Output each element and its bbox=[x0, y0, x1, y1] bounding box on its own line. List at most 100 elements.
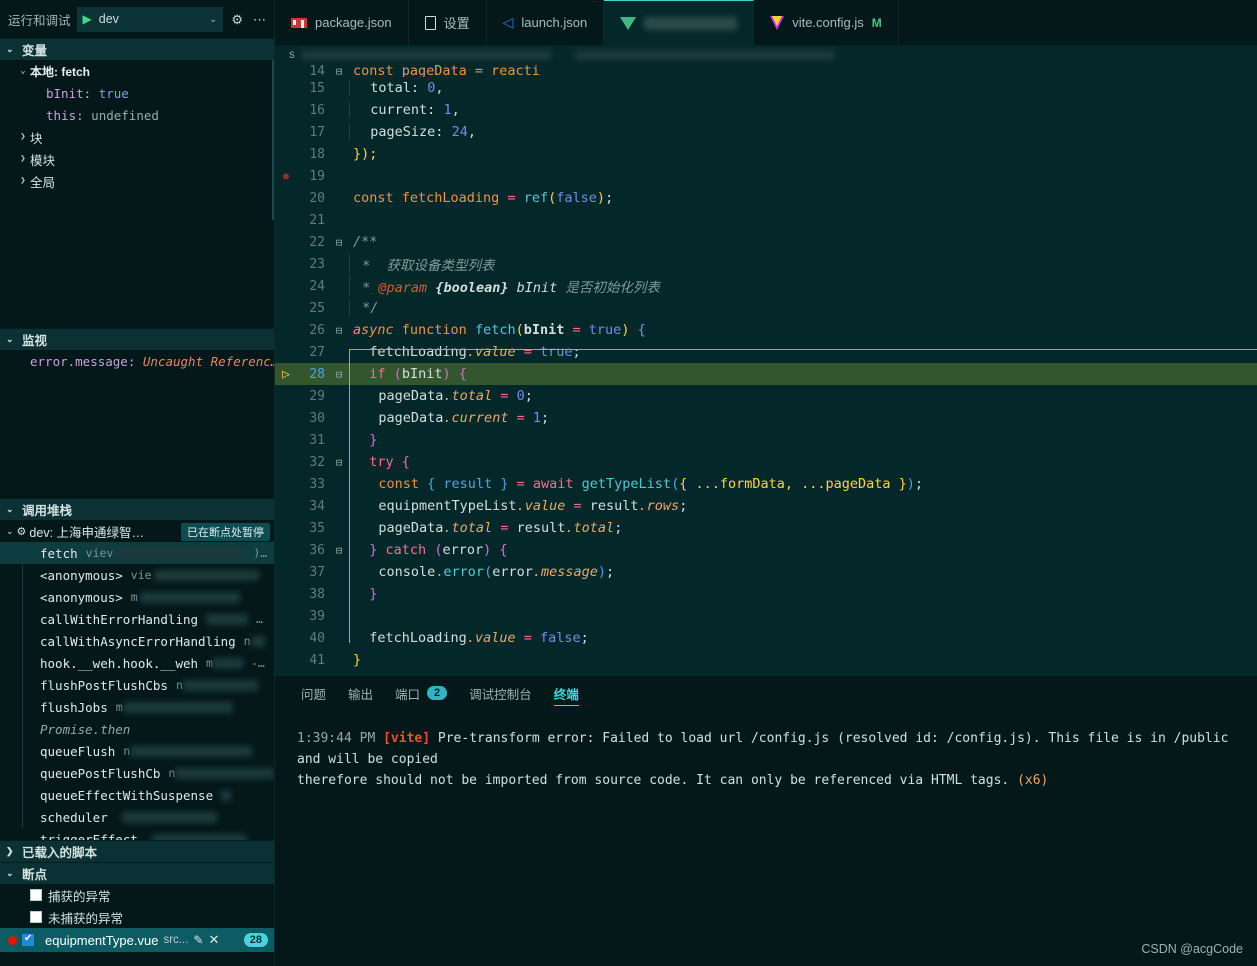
callstack-section-header[interactable]: ⌄ 调用堆栈 bbox=[0, 498, 274, 520]
fold-icon[interactable]: ⊟ bbox=[329, 544, 349, 557]
scope-block[interactable]: ❯ 块 bbox=[0, 126, 274, 148]
fold-icon[interactable]: ⊟ bbox=[329, 65, 349, 77]
breakpoint-dot-icon[interactable]: ● bbox=[275, 171, 297, 182]
code-content[interactable]: 14 ⊟ const pageData = reacti 15 total: 0… bbox=[275, 65, 1257, 675]
callstack-frame[interactable]: hook.__weh.hook.__weh m -… bbox=[0, 652, 274, 674]
breadcrumb-segment[interactable]: s bbox=[289, 49, 295, 61]
code-line-27[interactable]: 27 fetchLoading.value = true; bbox=[275, 341, 1257, 363]
code-line-41[interactable]: 41 } bbox=[275, 649, 1257, 671]
callstack-session[interactable]: ⌄ ⚙ dev: 上海申通绿智… 已在断点处暂停 bbox=[0, 520, 274, 542]
code-line-15[interactable]: 15 total: 0, bbox=[275, 77, 1257, 99]
variables-section-header[interactable]: ⌄ 变量 bbox=[0, 38, 274, 60]
code-line-32[interactable]: 32 ⊟ try { bbox=[275, 451, 1257, 473]
panel-tab-output[interactable]: 输出 bbox=[348, 676, 373, 710]
code-line-35[interactable]: 35 pageData.total = result.total; bbox=[275, 517, 1257, 539]
code-line-34[interactable]: 34 equipmentTypeList.value = result.rows… bbox=[275, 495, 1257, 517]
variable-row[interactable]: this: undefined bbox=[0, 104, 274, 126]
code-line-28-current[interactable]: ▷ 28 ⊟ if (bInit) { bbox=[275, 363, 1257, 385]
more-icon[interactable]: ⋯ bbox=[251, 13, 268, 26]
callstack-frame[interactable]: queuePostFlushCb n bbox=[0, 762, 274, 784]
chevron-down-icon[interactable]: ⌄ bbox=[209, 14, 217, 25]
code-line-22[interactable]: 22 ⊟ /** bbox=[275, 231, 1257, 253]
play-icon[interactable]: ▶ bbox=[83, 13, 92, 25]
code-line-29[interactable]: 29 pageData.total = 0; bbox=[275, 385, 1257, 407]
panel-tab-problems[interactable]: 问题 bbox=[301, 676, 326, 710]
code-line-18[interactable]: 18 }); bbox=[275, 143, 1257, 165]
breadcrumb[interactable]: s bbox=[275, 45, 1257, 65]
tab-vite-config-js[interactable]: vite.config.js M bbox=[754, 0, 899, 45]
code-line-36[interactable]: 36 ⊟ } catch (error) { bbox=[275, 539, 1257, 561]
loaded-scripts-section-header[interactable]: ❯ 已载入的脚本 bbox=[0, 840, 274, 862]
watch-section-header[interactable]: ⌄ 监视 bbox=[0, 328, 274, 350]
debug-config-dropdown[interactable]: ▶ dev ⌄ bbox=[76, 6, 224, 32]
code-line-33[interactable]: 33 const { result } = await getTypeList(… bbox=[275, 473, 1257, 495]
breakpoint-caught-exceptions[interactable]: 捕获的异常 bbox=[0, 884, 274, 906]
watch-item[interactable]: error.message: Uncaught Referenc… bbox=[0, 350, 274, 372]
callstack-frame[interactable]: scheduler bbox=[0, 806, 274, 828]
pencil-icon[interactable]: ✎ bbox=[193, 933, 203, 947]
code-line-38[interactable]: 38 } bbox=[275, 583, 1257, 605]
code-line-25[interactable]: 25 */ bbox=[275, 297, 1257, 319]
code-line-24[interactable]: 24 * @param {boolean} bInit 是否初始化列表 bbox=[275, 275, 1257, 297]
checkbox-icon[interactable] bbox=[30, 911, 42, 923]
code-line-19[interactable]: ● 19 bbox=[275, 165, 1257, 187]
fold-icon[interactable]: ⊟ bbox=[329, 456, 349, 469]
fold-icon[interactable]: ⊟ bbox=[329, 368, 349, 381]
code-line-31[interactable]: 31 } bbox=[275, 429, 1257, 451]
code-line-40[interactable]: 40 fetchLoading.value = false; bbox=[275, 627, 1257, 649]
code-line-23[interactable]: 23 * 获取设备类型列表 bbox=[275, 253, 1257, 275]
tab-package-json[interactable]: package.json bbox=[275, 0, 409, 45]
checkbox-icon[interactable] bbox=[30, 889, 42, 901]
variables-tree[interactable]: ⌄ 本地: fetch bInit: true this: undefined … bbox=[0, 60, 274, 328]
fold-icon[interactable]: ⊟ bbox=[329, 236, 349, 249]
panel-tab-label: 端口 bbox=[395, 687, 421, 702]
callstack-frame[interactable]: <anonymous> m bbox=[0, 586, 274, 608]
callstack-frame-async[interactable]: Promise.then bbox=[0, 718, 274, 740]
watch-expression: error.message: bbox=[30, 353, 136, 369]
sidebar-scrollbar[interactable] bbox=[272, 60, 274, 220]
breakpoint-file-row[interactable]: equipmentType.vue src... ✎ ✕ 28 bbox=[0, 928, 274, 952]
callstack-frame[interactable]: <anonymous> vie bbox=[0, 564, 274, 586]
checkbox-icon[interactable] bbox=[22, 933, 34, 946]
chevron-down-icon: ⌄ bbox=[6, 44, 14, 54]
code-line-20[interactable]: 20 const fetchLoading = ref(false); bbox=[275, 187, 1257, 209]
code-line-21[interactable]: 21 bbox=[275, 209, 1257, 231]
code-line-37[interactable]: 37 console.error(error.message); bbox=[275, 561, 1257, 583]
callstack-frame[interactable]: triggerEffect bbox=[0, 828, 274, 840]
breakpoint-dot-icon[interactable] bbox=[8, 935, 17, 945]
scope-global[interactable]: ❯ 全局 bbox=[0, 170, 274, 192]
tab-equipment-type-vue[interactable] bbox=[604, 0, 755, 45]
breakpoint-uncaught-exceptions[interactable]: 未捕获的异常 bbox=[0, 906, 274, 928]
panel-tab-terminal[interactable]: 终端 bbox=[553, 676, 579, 710]
code-line-39[interactable]: 39 bbox=[275, 605, 1257, 627]
panel-tab-ports[interactable]: 端口 2 bbox=[395, 676, 448, 710]
scope-module[interactable]: ❯ 模块 bbox=[0, 148, 274, 170]
variable-row[interactable]: bInit: true bbox=[0, 82, 274, 104]
close-icon[interactable]: ✕ bbox=[208, 932, 219, 948]
scope-local[interactable]: ⌄ 本地: fetch bbox=[0, 60, 274, 82]
fold-icon[interactable]: ⊟ bbox=[329, 324, 349, 337]
callstack-frame[interactable]: flushPostFlushCbs n bbox=[0, 674, 274, 696]
code-line-26[interactable]: 26 ⊟ async function fetch(bInit = true) … bbox=[275, 319, 1257, 341]
gear-icon[interactable]: ⚙ bbox=[229, 13, 245, 26]
code-line-30[interactable]: 30 pageData.current = 1; bbox=[275, 407, 1257, 429]
code-line-14[interactable]: 14 ⊟ const pageData = reacti bbox=[275, 65, 1257, 77]
breakpoints-section-header[interactable]: ⌄ 断点 bbox=[0, 862, 274, 884]
breakpoints-list[interactable]: 捕获的异常 未捕获的异常 equipmentType.vue src... ✎ … bbox=[0, 884, 274, 966]
callstack-frame[interactable]: flushJobs m bbox=[0, 696, 274, 718]
callstack-frame[interactable]: queueFlush n bbox=[0, 740, 274, 762]
callstack-frame[interactable]: fetch viev )… bbox=[0, 542, 274, 564]
code-editor[interactable]: 14 ⊟ const pageData = reacti 15 total: 0… bbox=[275, 65, 1257, 675]
execution-pointer-icon[interactable]: ▷ bbox=[275, 367, 297, 382]
code-line-17[interactable]: 17 pageSize: 24, bbox=[275, 121, 1257, 143]
tab-launch-json[interactable]: ◁ launch.json bbox=[487, 0, 605, 45]
callstack-frame[interactable]: callWithErrorHandling … bbox=[0, 608, 274, 630]
watch-list[interactable]: error.message: Uncaught Referenc… bbox=[0, 350, 274, 498]
panel-tab-debug-console[interactable]: 调试控制台 bbox=[469, 676, 532, 710]
callstack-frame[interactable]: queueEffectWithSuspense bbox=[0, 784, 274, 806]
callstack-frame[interactable]: callWithAsyncErrorHandling n bbox=[0, 630, 274, 652]
tab-settings[interactable]: 设置 bbox=[409, 0, 487, 45]
code-line-16[interactable]: 16 current: 1, bbox=[275, 99, 1257, 121]
terminal-output[interactable]: 1:39:44 PM [vite] Pre-transform error: F… bbox=[275, 710, 1257, 966]
callstack-list[interactable]: ⌄ ⚙ dev: 上海申通绿智… 已在断点处暂停 fetch viev )… <… bbox=[0, 520, 274, 840]
